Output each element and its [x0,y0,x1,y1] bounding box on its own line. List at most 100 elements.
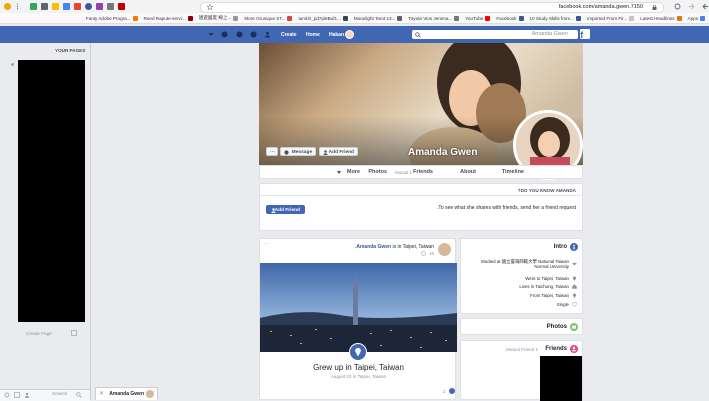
new-message-icon[interactable] [14,392,20,398]
tab-more[interactable]: More [347,169,360,175]
friend-thumbnail-redacted[interactable] [540,356,582,401]
know-card-button-label: Add Friend [274,207,300,213]
graduation-cap-icon [572,262,577,267]
post-reactions[interactable]: 2 [443,388,455,394]
bookmark-label: Fanty Adobe Progra... [85,15,131,21]
add-friend-button[interactable]: Add Friend [319,147,358,156]
extension-icon-1[interactable] [30,3,37,10]
post-author-name[interactable]: Amanda Gwen [356,244,391,250]
back-icon[interactable] [702,3,709,10]
extension-icon-4[interactable] [63,3,70,10]
bookmark-item[interactable]: Reed Rapute-servi... [143,15,193,21]
bookmark-item[interactable]: Facebook [496,15,524,21]
tab-photos[interactable]: Photos [368,169,387,175]
intro-item-text: From Taipei, Taiwan [530,293,569,298]
close-icon[interactable]: ✕ [99,390,104,397]
post-image-taipei[interactable] [260,263,457,352]
intro-item-lives: Lives in Taichung, Taiwan [519,284,577,289]
star-icon[interactable] [207,4,213,10]
bookmark-item[interactable]: YouTube [465,15,491,21]
post-options-icon[interactable]: ··· [263,241,269,247]
help-icon[interactable] [221,31,228,38]
facebook-logo-icon[interactable]: f [580,29,590,39]
chevron-down-icon [337,171,341,174]
intro-item-relationship: Single [557,302,577,307]
tab-timeline[interactable]: Timeline [502,169,524,175]
more-options-button[interactable]: ··· [266,147,278,156]
bookmark-favicon-icon [629,15,635,21]
intro-item-text: Studied at 國立臺灣師範大學 National Taiwan Norm… [480,259,569,269]
collapse-icon[interactable] [10,62,14,67]
know-card-title: DO YOU KNOW AMANDA? [517,188,576,193]
create-page-link[interactable]: Create Page [26,331,52,336]
home-icon [572,284,577,289]
bookmark-favicon-icon [397,15,403,21]
extension-icon-3[interactable] [52,3,59,10]
search-icon [76,392,82,398]
bookmark-item[interactable]: Latest Headlines [640,15,682,21]
notifications-icon[interactable] [236,31,243,38]
bookmark-item[interactable]: 遠遊國度 線上... [199,15,239,21]
friend-requests-icon[interactable] [264,31,271,38]
photos-icon [570,323,578,331]
bookmark-item[interactable]: tumblr_pd7pi8Buf1... [298,15,348,21]
bookmark-favicon-icon [518,15,524,21]
chat-tab[interactable]: Amanda Gwen ✕ [95,387,158,400]
search-input[interactable]: Amanda Gwen [412,30,578,39]
create-page-icon[interactable] [71,330,77,336]
extension-icon-2[interactable] [41,3,48,10]
profile-avatar-icon[interactable] [4,3,11,10]
bookmark-item[interactable]: More Grunique ST... [244,15,293,21]
intro-item-studied: Studied at 國立臺灣師範大學 National Taiwan Norm… [477,259,577,269]
chevron-down-icon[interactable] [208,32,214,37]
chat-avatar [146,390,154,398]
intro-card: Intro Studied at 國立臺灣師範大學 National Taiwa… [460,238,583,314]
messenger-icon-small [284,149,289,155]
know-card-add-friend-button[interactable]: Add Friend [266,205,305,214]
extension-icon-8[interactable] [107,3,114,10]
bookmark-item[interactable]: Moonlight Tarot 13... [354,15,403,21]
friends-icon [570,345,578,353]
bookmark-item[interactable]: Imported From Fir... [587,15,635,21]
redacted-panel [18,60,85,322]
friends-mutual[interactable]: 1 Mutual Friend [506,347,538,352]
bookmark-label: Reed Rapute-servi... [143,15,186,21]
settings-icon[interactable] [4,392,10,398]
bookmark-item[interactable]: Apps [687,15,705,21]
bookmark-item[interactable]: 10 Study Skills from... [530,15,581,21]
nav-create[interactable]: Create [281,32,297,38]
extension-icon-9[interactable] [118,3,125,10]
menu-dots-icon[interactable] [14,3,21,10]
nav-user-name[interactable]: Hakan [329,32,344,38]
bookmark-item[interactable]: Fanty Adobe Progra... [85,15,138,21]
nav-home[interactable]: Home [306,32,320,38]
tab-friends[interactable]: Friends [413,169,433,175]
profile-name[interactable]: Amanda Gwen [408,147,477,158]
search-icon[interactable] [415,31,421,38]
messenger-icon[interactable] [250,31,257,38]
extension-icon-7[interactable] [96,3,103,10]
tab-friends-mutual: 1 Mutual [395,169,412,175]
photos-card[interactable]: Photos [460,318,583,335]
extension-icon-6[interactable] [85,3,92,10]
extension-icon-5[interactable] [74,3,81,10]
post-date[interactable]: 16 [429,251,434,256]
bookmark-item[interactable]: Toyota Vios Jemma... [408,15,460,21]
address-bar[interactable]: facebook.com/amanda.gwen.7150 [200,2,664,13]
post-author-avatar[interactable] [438,243,451,256]
bookmark-favicon-icon [187,15,193,21]
friends-title[interactable]: Friends [545,346,567,352]
bookmarks-bar: Apps Latest Headlines Imported From Fir...… [0,13,709,24]
group-icon[interactable] [24,392,30,398]
bookmark-label: Apps [687,15,698,21]
know-card: DO YOU KNOW AMANDA? To see what she shar… [259,183,584,231]
reload-icon[interactable] [674,3,681,10]
tab-about[interactable]: About [460,169,476,175]
message-button[interactable]: Message [280,147,316,156]
add-friend-label: Add Friend [328,149,354,155]
know-card-text: To see what she shares with friends, sen… [437,205,576,211]
chat-search-bar[interactable]: Search [0,389,90,401]
profile-tabs: Timeline About Friends 1 Mutual Photos M… [259,165,583,179]
forward-icon[interactable] [688,3,695,10]
user-avatar[interactable] [345,30,354,39]
